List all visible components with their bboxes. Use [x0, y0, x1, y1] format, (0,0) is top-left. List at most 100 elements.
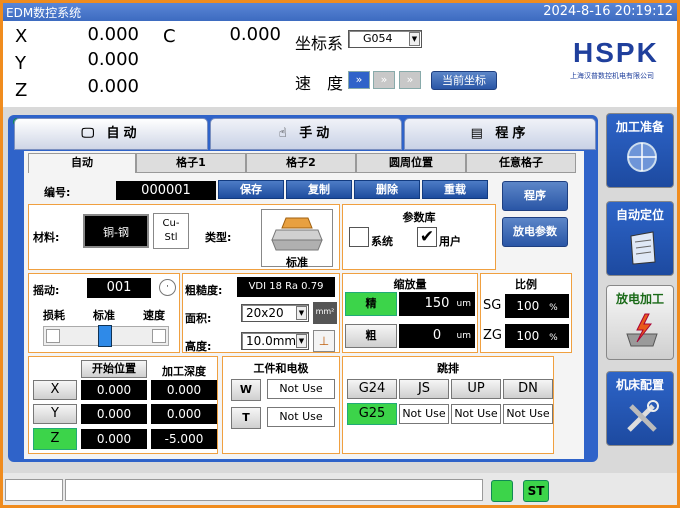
save-button[interactable]: 保存: [218, 180, 284, 199]
side-button-config[interactable]: 机床配置: [606, 371, 674, 446]
start-x[interactable]: 0.000: [81, 380, 147, 400]
g24-button[interactable]: G24: [347, 379, 397, 399]
coord-label: 坐标系: [295, 34, 344, 53]
type-value: 标准: [286, 256, 308, 269]
coord-value: G054: [363, 32, 393, 45]
number-value[interactable]: 000001: [116, 181, 216, 200]
current-coord-button[interactable]: 当前坐标: [431, 71, 497, 90]
material-option[interactable]: Cu- Stl: [153, 213, 189, 249]
axis-c-value: 0.000: [229, 24, 281, 45]
type-label: 类型:: [205, 231, 232, 244]
chevron-down-icon: ▼: [296, 334, 307, 348]
depth-x[interactable]: 0.000: [151, 380, 217, 400]
sg-value-box[interactable]: 100 %: [505, 294, 569, 318]
loss-speed-slider[interactable]: [43, 325, 169, 347]
chevron-down-icon: ▼: [296, 306, 307, 320]
side-button-locate[interactable]: 自动定位: [606, 201, 674, 276]
auto-panel: 自动 格子1 格子2 圆周位置 任意格子 编号: 000001 保存 复制 删除…: [24, 151, 584, 459]
t-value[interactable]: Not Use: [267, 407, 335, 427]
discharge-params-button[interactable]: 放电参数: [502, 217, 568, 247]
subtab-any-grid[interactable]: 任意格子: [466, 153, 576, 173]
speed-fast-icon[interactable]: »: [348, 71, 370, 89]
side-button-edm[interactable]: 放电加工: [606, 285, 674, 360]
material-value[interactable]: 铜-钢: [83, 214, 149, 248]
start-y[interactable]: 0.000: [81, 404, 147, 424]
depth-label: 加工深度: [162, 365, 206, 378]
rough-value[interactable]: VDI 18 Ra 0.79: [237, 277, 335, 297]
depth-z[interactable]: -5.000: [151, 429, 217, 449]
w-value[interactable]: Not Use: [267, 379, 335, 399]
t-button[interactable]: T: [231, 407, 261, 429]
depth-y[interactable]: 0.000: [151, 404, 217, 424]
fine-value: 150: [424, 296, 450, 311]
up-button[interactable]: UP: [451, 379, 501, 399]
g25-button[interactable]: G25: [347, 403, 397, 425]
axis-x-button[interactable]: X: [33, 380, 77, 400]
spark-icon: [626, 313, 658, 347]
jump-title: 跳排: [437, 362, 459, 375]
subtab-grid2[interactable]: 格子2: [246, 153, 356, 173]
height-value: 10.0mm: [246, 334, 297, 348]
tab-program[interactable]: ▤ 程序: [404, 118, 596, 150]
shrink-group: 缩放量 精 150 um 粗 0 um: [342, 273, 478, 353]
copy-button[interactable]: 复制: [286, 180, 352, 199]
axis-x-label: X: [15, 26, 28, 47]
jump-value-1[interactable]: Not Use: [399, 404, 449, 424]
axis-y-button[interactable]: Y: [33, 404, 77, 424]
material-group: 材料: 铜-钢 Cu- Stl 类型: 标准: [28, 204, 340, 270]
shake-select-icon[interactable]: ·: [159, 279, 176, 296]
fine-value-box[interactable]: 150 um: [399, 292, 475, 316]
hand-icon: ☝: [278, 126, 300, 141]
tab-manual[interactable]: ☝ 手动: [210, 118, 402, 150]
tab-program-label: 程序: [495, 126, 530, 141]
height-select[interactable]: 10.0mm ▼: [241, 332, 309, 350]
shake-value[interactable]: 001: [87, 278, 151, 298]
area-unit[interactable]: mm²: [313, 302, 337, 324]
user-checkbox[interactable]: ✔: [417, 227, 437, 247]
shake-group: 摇动: 001 · 损耗 标准 速度: [28, 273, 180, 353]
coord-select[interactable]: G054 ▼: [348, 30, 422, 48]
speed-medium-icon[interactable]: »: [373, 71, 395, 89]
area-select[interactable]: 20x20 ▼: [241, 304, 309, 322]
subtab-circle[interactable]: 圆周位置: [356, 153, 466, 173]
side-button-prepare[interactable]: 加工准备: [606, 113, 674, 188]
axis-y-value: 0.000: [87, 49, 139, 70]
jump-value-3[interactable]: Not Use: [503, 404, 553, 424]
reload-button[interactable]: 重载: [422, 180, 488, 199]
axis-x-value: 0.000: [87, 24, 139, 45]
speed-label: 速 度: [295, 74, 344, 93]
sg-unit: %: [549, 303, 558, 313]
fine-button[interactable]: 精: [345, 292, 397, 316]
system-label: 系统: [371, 235, 393, 248]
axis-z-button[interactable]: Z: [33, 428, 77, 450]
zg-value-box[interactable]: 100 %: [505, 324, 569, 348]
speed-slow-icon[interactable]: »: [399, 71, 421, 89]
delete-button[interactable]: 删除: [354, 180, 420, 199]
coarse-button[interactable]: 粗: [345, 324, 397, 348]
start-z[interactable]: 0.000: [81, 429, 147, 449]
tab-auto-label: 自动: [106, 126, 141, 141]
st-indicator[interactable]: ST: [523, 480, 549, 502]
dn-button[interactable]: DN: [503, 379, 553, 399]
system-checkbox[interactable]: [349, 227, 369, 247]
document-icon: ▤: [470, 126, 496, 141]
height-electrode-icon[interactable]: ⊥: [313, 330, 335, 352]
side-button-locate-label: 自动定位: [615, 208, 664, 222]
electrode-type-selector[interactable]: 标准: [261, 209, 333, 269]
w-button[interactable]: W: [231, 379, 261, 401]
subtab-grid1[interactable]: 格子1: [136, 153, 246, 173]
tab-auto[interactable]: 🖵 自动: [14, 118, 208, 150]
subtab-auto[interactable]: 自动: [28, 153, 136, 173]
start-position-button[interactable]: 开始位置: [81, 360, 147, 378]
ratio-title: 比例: [515, 278, 537, 291]
side-button-edm-label: 放电加工: [615, 292, 664, 306]
axis-z-label: Z: [15, 80, 28, 101]
jump-value-2[interactable]: Not Use: [451, 404, 501, 424]
program-button[interactable]: 程序: [502, 181, 568, 211]
js-button[interactable]: JS: [399, 379, 449, 399]
slider-handle[interactable]: [98, 325, 112, 347]
coarse-value-box[interactable]: 0 um: [399, 324, 475, 348]
status-message-field: [65, 479, 483, 501]
position-panel: X 0.000 Y 0.000 Z 0.000 C 0.000 坐标系 G054…: [3, 21, 677, 107]
axis-c-label: C: [163, 26, 176, 47]
